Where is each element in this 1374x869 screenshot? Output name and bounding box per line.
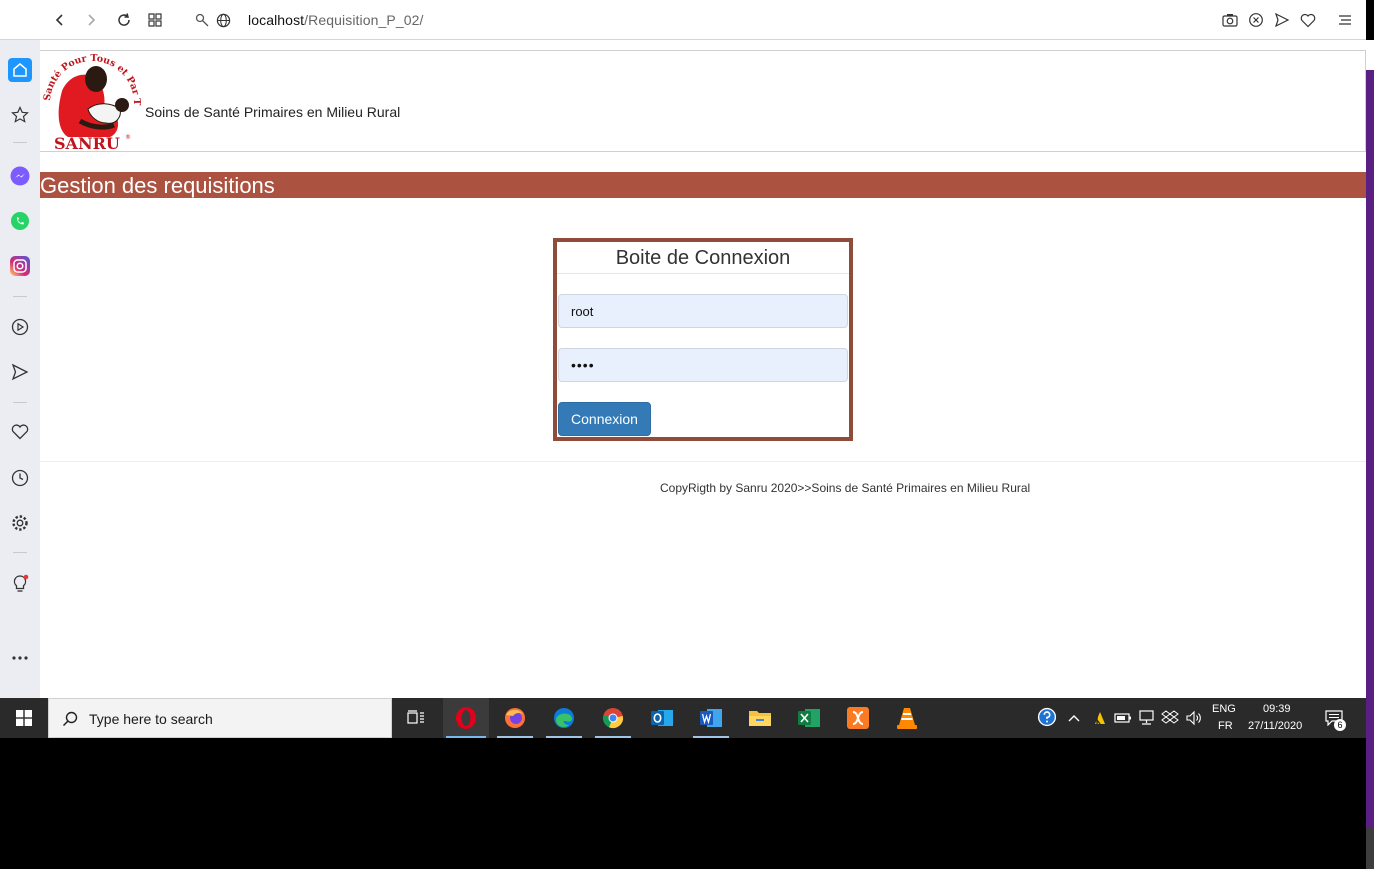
taskbar-search[interactable]: Type here to search [48, 698, 392, 738]
login-button[interactable]: Connexion [558, 402, 651, 436]
globe-icon [212, 9, 234, 31]
page-title: Gestion des requisitions [40, 173, 275, 198]
login-title: Boite de Connexion [615, 247, 791, 269]
file-explorer-app-icon[interactable] [737, 698, 783, 738]
screen: localhost/Requisition_P_02/ Santé Pour T… [0, 0, 1374, 869]
sidebar-divider [13, 552, 27, 553]
task-view-icon[interactable] [393, 698, 439, 738]
heart-icon[interactable] [1298, 10, 1318, 30]
web-page: Santé Pour Tous et Par Tous SANRU ® Soin… [37, 40, 1366, 698]
send-icon[interactable] [8, 360, 32, 384]
logo-brand: SANRU [54, 134, 120, 151]
reload-icon[interactable] [113, 9, 135, 31]
address-bar-area: localhost/Requisition_P_02/ [40, 0, 1366, 40]
search-icon [62, 711, 78, 727]
camera-icon[interactable] [1220, 10, 1240, 30]
history-icon[interactable] [8, 466, 32, 490]
desktop-black-area [0, 738, 1366, 869]
url-field[interactable]: localhost/Requisition_P_02/ [248, 12, 423, 28]
clock-time[interactable]: 09:39 [1263, 703, 1291, 715]
firefox-app-icon[interactable] [492, 698, 538, 738]
key-icon[interactable] [191, 9, 213, 31]
login-divider [557, 273, 849, 274]
login-box: Boite de Connexion root •••• Connexion [553, 238, 853, 441]
windows-start-icon[interactable] [0, 698, 48, 738]
tray-app-icon[interactable] [1090, 708, 1110, 728]
bookmark-star-icon[interactable] [8, 103, 32, 127]
password-input[interactable]: •••• [558, 348, 848, 382]
home-icon[interactable] [8, 58, 32, 82]
volume-icon[interactable] [1184, 708, 1204, 728]
notification-count-badge: 6 [1334, 719, 1346, 731]
excel-app-icon[interactable] [786, 698, 832, 738]
site-subtitle: Soins de Santé Primaires en Milieu Rural [145, 104, 401, 120]
sanru-logo: Santé Pour Tous et Par Tous SANRU ® [37, 43, 144, 153]
input-layout[interactable]: FR [1218, 720, 1233, 732]
browser-toolbar: localhost/Requisition_P_02/ [0, 0, 1366, 40]
shield-block-icon[interactable] [1246, 10, 1266, 30]
browser-sidebar [0, 40, 40, 698]
window-edge [1366, 40, 1374, 869]
sidebar-divider [13, 142, 27, 143]
page-banner: Gestion des requisitions [40, 172, 1366, 198]
settings-icon[interactable] [8, 511, 32, 535]
sidebar-divider [13, 296, 27, 297]
windows-taskbar: Type here to search ENG FR 09:39 27/11/2… [0, 698, 1366, 738]
svg-text:®: ® [125, 134, 131, 141]
edge-app-icon[interactable] [541, 698, 587, 738]
site-header: Santé Pour Tous et Par Tous SANRU ® Soin… [37, 43, 1366, 153]
opera-app-icon[interactable] [443, 698, 489, 738]
footer-text: CopyRigth by Sanru 2020>>Soins de Santé … [660, 481, 1031, 495]
url-host: localhost [248, 12, 305, 28]
search-placeholder: Type here to search [89, 711, 213, 727]
messenger-icon[interactable] [8, 164, 32, 188]
xampp-app-icon[interactable] [835, 698, 881, 738]
clock-date[interactable]: 27/11/2020 [1248, 720, 1302, 732]
forward-icon[interactable] [80, 9, 102, 31]
help-icon[interactable] [1037, 707, 1057, 727]
outlook-app-icon[interactable] [639, 698, 685, 738]
more-icon[interactable] [8, 646, 32, 670]
menu-icon[interactable] [1335, 10, 1355, 30]
footer-divider [40, 461, 1366, 462]
battery-icon[interactable] [1113, 708, 1133, 728]
word-app-icon[interactable] [688, 698, 734, 738]
system-tray: ENG FR 09:39 27/11/2020 6 [1034, 698, 1366, 738]
vlc-app-icon[interactable] [884, 698, 930, 738]
lightbulb-icon[interactable] [8, 572, 32, 596]
dropbox-icon[interactable] [1160, 708, 1180, 728]
send-icon[interactable] [1272, 10, 1292, 30]
username-input[interactable]: root [558, 294, 848, 328]
chrome-app-icon[interactable] [590, 698, 636, 738]
heart-icon[interactable] [8, 420, 32, 444]
url-path: /Requisition_P_02/ [304, 12, 424, 28]
player-icon[interactable] [8, 315, 32, 339]
sidebar-divider [13, 402, 27, 403]
whatsapp-icon[interactable] [8, 209, 32, 233]
instagram-icon[interactable] [8, 254, 32, 278]
tabs-grid-icon[interactable] [144, 9, 166, 31]
chevron-up-icon[interactable] [1064, 708, 1084, 728]
back-icon[interactable] [49, 9, 71, 31]
network-icon[interactable] [1137, 708, 1157, 728]
input-language[interactable]: ENG [1212, 703, 1236, 715]
